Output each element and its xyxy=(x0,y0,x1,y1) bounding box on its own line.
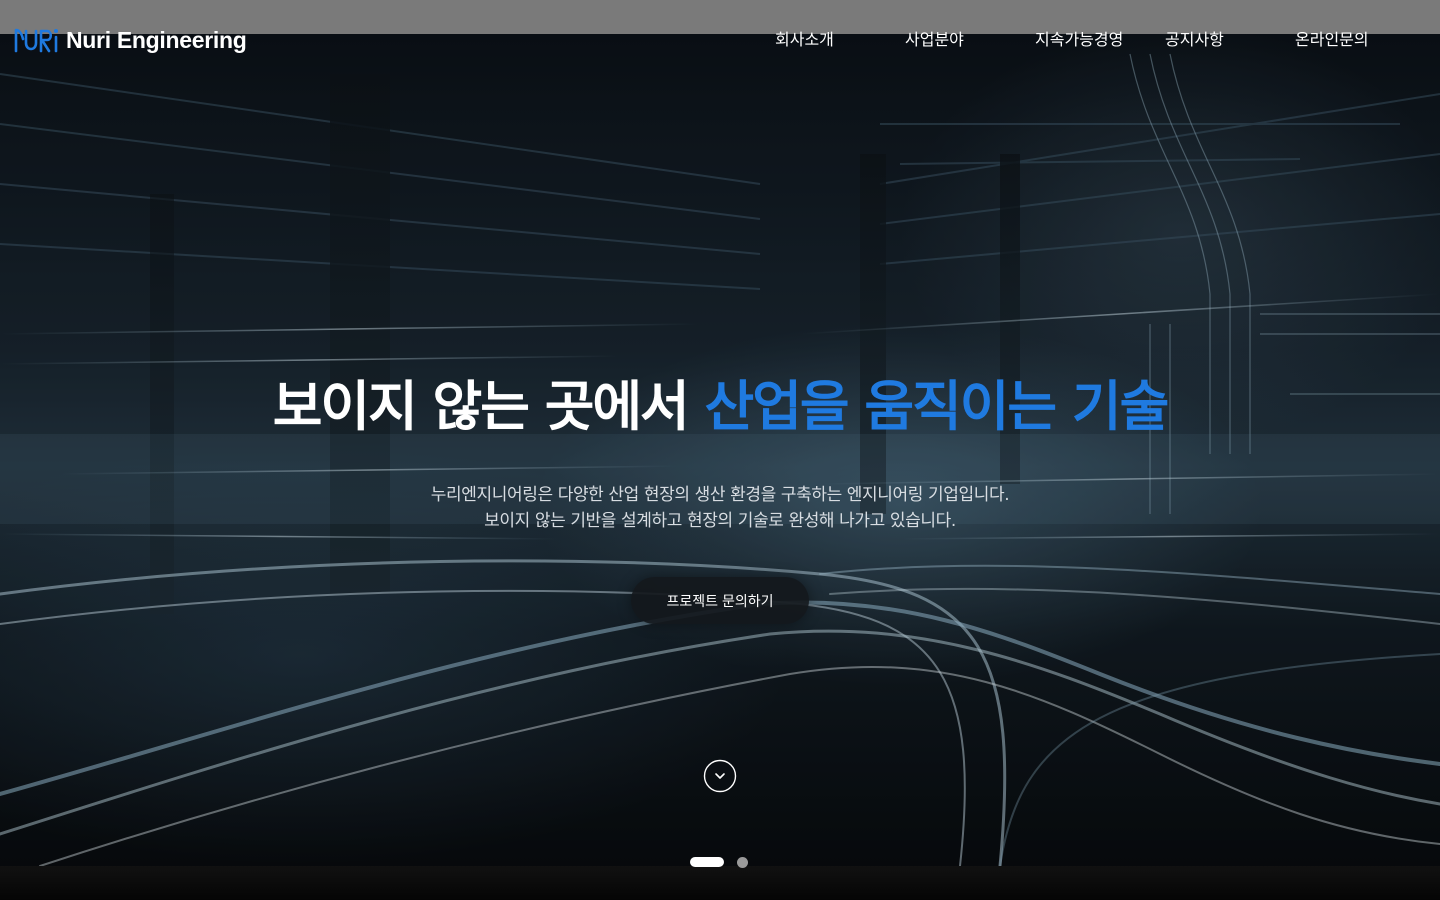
chevron-down-icon[interactable] xyxy=(703,759,737,793)
subcopy-line: 보이지 않는 기반을 설계하고 현장의 기술로 완성해 나가고 있습니다. xyxy=(484,511,956,531)
slide-indicator-active[interactable] xyxy=(690,857,724,867)
nav-item-notice[interactable]: 공지사항 xyxy=(1165,28,1224,52)
slide-indicator[interactable] xyxy=(737,856,748,868)
hero-banner xyxy=(0,34,1440,866)
project-inquiry-button[interactable]: 프로젝트 문의하기 xyxy=(631,577,809,624)
slider-pagination xyxy=(690,856,748,868)
hero-subcopy: 누리엔지니어링은 다양한 산업 현장의 생산 환경을 구축하는 엔지니어링 기업… xyxy=(0,482,1440,534)
hero-background-image xyxy=(0,34,1440,866)
bottom-strip xyxy=(0,866,1440,900)
main-nav: 회사소개 사업분야 지속가능경영 공지사항 온라인문의 xyxy=(0,28,1440,52)
headline-white-part: 보이지 않는 곳에서 xyxy=(272,375,705,438)
headline-accent-part: 산업을 움직이는 기술 xyxy=(704,375,1170,438)
hero-headline: 보이지 않는 곳에서 산업을 움직이는 기술 xyxy=(0,362,1440,441)
subcopy-line: 누리엔지니어링은 다양한 산업 현장의 생산 환경을 구축하는 엔지니어링 기업… xyxy=(430,485,1010,505)
nav-item-sustainability[interactable]: 지속가능경영 xyxy=(1035,28,1123,52)
page: Nuri Engineering 회사소개 사업분야 지속가능경영 공지사항 온… xyxy=(0,0,1440,900)
nav-item-company[interactable]: 회사소개 xyxy=(775,28,834,52)
nav-item-inquiry[interactable]: 온라인문의 xyxy=(1295,28,1369,52)
nav-item-business[interactable]: 사업분야 xyxy=(905,28,964,52)
